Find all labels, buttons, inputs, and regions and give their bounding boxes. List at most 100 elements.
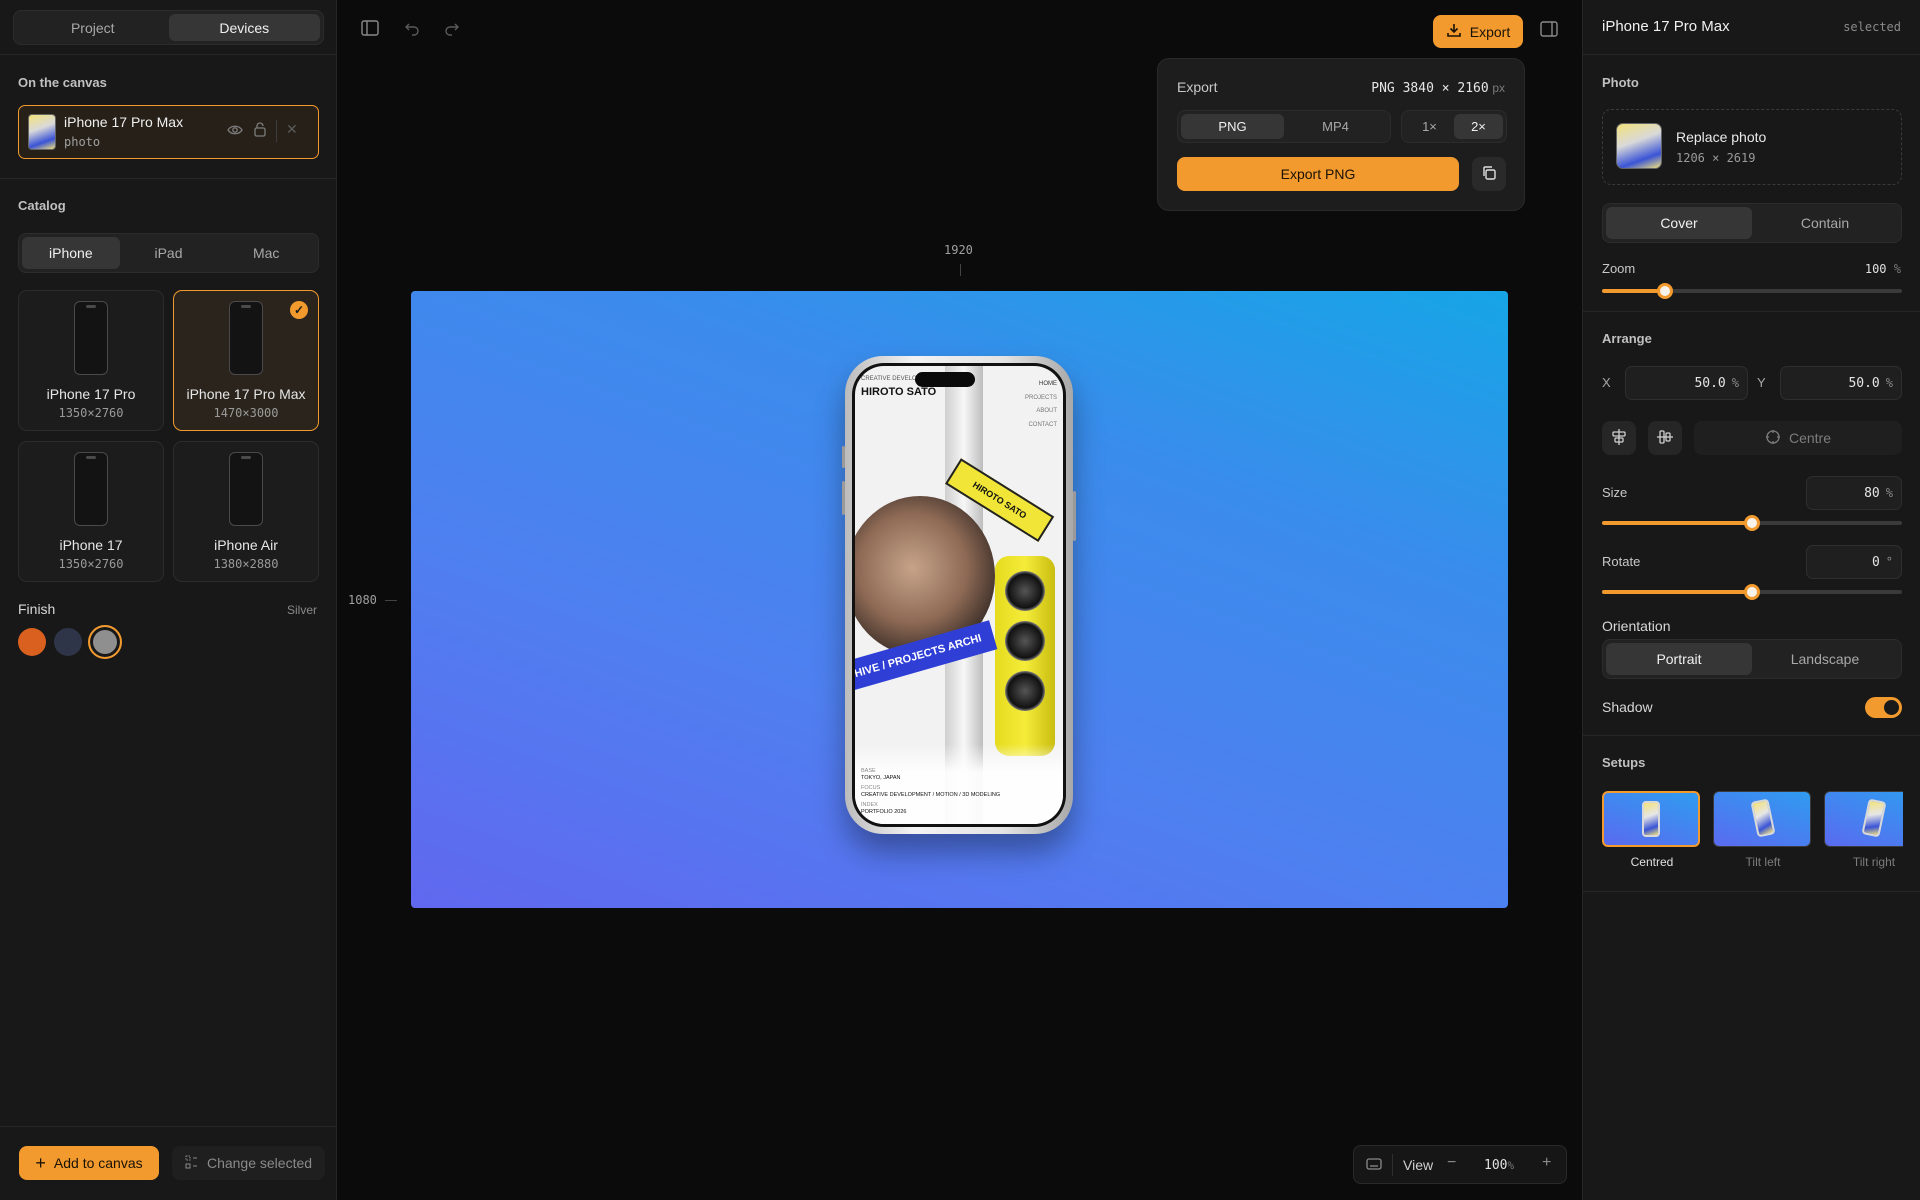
format-mp4[interactable]: MP4 [1284,114,1387,139]
setup-phone-preview [1642,801,1660,837]
copy-button[interactable] [1472,157,1506,191]
canvas-item-row[interactable]: iPhone 17 Pro Max photo ✕ [18,105,319,159]
right-panel-toggle-icon[interactable] [1538,21,1560,43]
tab-devices[interactable]: Devices [168,14,320,41]
x-input[interactable]: 50.0% [1625,366,1748,400]
finish-swatch-silver[interactable] [88,625,122,659]
device-name: iPhone 17 Pro [46,386,136,402]
fit-contain[interactable]: Contain [1752,207,1898,239]
screen-nav: HOME PROJECTS ABOUT CONTACT [1025,378,1057,432]
y-input[interactable]: 50.0% [1780,366,1902,400]
catalog-heading: Catalog [18,198,66,213]
zoom-out-icon[interactable]: − [1447,1154,1456,1172]
slider-fill [1602,590,1752,594]
canvas-height-label: 1080 [348,593,377,607]
finish-swatch-navy[interactable] [54,628,82,656]
zoom-readout-value: 100 [1864,262,1887,276]
size-slider[interactable] [1602,515,1902,531]
screen-nav-item: PROJECTS [1024,394,1057,401]
finish-swatch-orange[interactable] [18,628,46,656]
slider-handle[interactable] [1744,515,1760,531]
size-input[interactable]: 80% [1806,476,1902,510]
shadow-toggle[interactable] [1865,697,1902,718]
close-icon[interactable]: ✕ [286,121,298,138]
export-label: Export [1469,23,1511,40]
screen-nav-item: CONTACT [1028,421,1057,428]
export-unit: px [1492,81,1505,95]
device-resolution: 1470×3000 [213,406,279,420]
size-value: 80 [1864,485,1880,501]
centre-button[interactable]: Centre [1694,421,1902,455]
screen-footer: BASE TOKYO, JAPAN FOCUS CREATIVE DEVELOP… [861,768,1001,816]
slider-handle[interactable] [1657,283,1673,299]
photo-heading: Photo [1602,75,1639,90]
device-card-iphone-17-pro-max[interactable]: ✓ iPhone 17 Pro Max 1470×3000 [173,290,319,431]
orientation-landscape[interactable]: Landscape [1752,643,1898,675]
setup-tilt-left[interactable] [1713,791,1811,847]
canvas-item-thumbnail [28,114,56,150]
tab-iphone[interactable]: iPhone [22,237,120,269]
zoom-in-icon[interactable]: + [1542,1154,1551,1172]
lock-icon[interactable] [253,121,267,140]
export-png-button[interactable]: Export PNG [1177,157,1459,191]
tab-project[interactable]: Project [17,14,169,41]
add-to-canvas-button[interactable]: + Add to canvas [19,1146,159,1180]
format-png[interactable]: PNG [1181,114,1284,139]
traffic-lamp [1005,671,1045,711]
view-control: View − 100% + [1353,1145,1567,1184]
phone-mockup[interactable]: HIROTO SATO HIVE / PROJECTS ARCHI CREATI… [842,356,1076,834]
align-horizontal-button[interactable] [1602,421,1636,455]
fit-cover[interactable]: Cover [1606,207,1752,239]
rotate-slider[interactable] [1602,584,1902,600]
device-name: iPhone Air [214,537,278,553]
device-card-iphone-air[interactable]: iPhone Air 1380×2880 [173,441,319,582]
toggle-knob [1884,700,1899,715]
scale-1x[interactable]: 1× [1405,114,1454,139]
device-card-iphone-17[interactable]: iPhone 17 1350×2760 [18,441,164,582]
eye-icon[interactable] [227,123,243,140]
keyboard-icon[interactable] [1366,1157,1382,1174]
undo-icon[interactable] [401,20,423,42]
export-button[interactable]: Export [1433,15,1523,48]
screen-base-label: BASE [861,768,876,774]
align-vertical-button[interactable] [1648,421,1682,455]
sidebar-toggle-icon[interactable] [359,20,381,42]
export-popover-title: Export [1177,79,1218,95]
left-panel: Project Devices On the canvas iPhone 17 … [0,0,337,1200]
redo-icon[interactable] [441,20,463,42]
zoom-slider[interactable] [1602,283,1902,299]
orientation-toggle: Portrait Landscape [1602,639,1902,679]
right-panel: iPhone 17 Pro Max selected Photo Replace… [1582,0,1920,1200]
slider-fill [1602,521,1752,525]
y-label: Y [1757,375,1766,390]
copy-icon [1481,165,1497,184]
slider-handle[interactable] [1744,584,1760,600]
orientation-portrait[interactable]: Portrait [1606,643,1752,675]
phone-icon [229,452,263,526]
x-unit: % [1731,376,1739,390]
divider [1392,1154,1393,1176]
setup-centred[interactable] [1602,791,1700,847]
device-card-iphone-17-pro[interactable]: iPhone 17 Pro 1350×2760 [18,290,164,431]
view-label[interactable]: View [1403,1157,1433,1173]
size-label: Size [1602,485,1628,500]
screen-content: HIROTO SATO HIVE / PROJECTS ARCHI CREATI… [855,366,1063,824]
device-resolution: 1380×2880 [213,557,279,571]
change-selected-button[interactable]: Change selected [172,1146,325,1180]
y-unit: % [1885,376,1893,390]
replace-photo-dropzone[interactable]: Replace photo 1206 × 2619 [1602,109,1902,185]
arrange-heading: Arrange [1602,331,1652,346]
rotate-value: 0 [1871,554,1880,570]
tab-ipad[interactable]: iPad [120,237,218,269]
phone-icon [74,452,108,526]
rotate-input[interactable]: 0 ° [1806,545,1902,579]
x-value: 50.0 [1694,375,1726,391]
fit-toggle: Cover Contain [1602,203,1902,243]
tab-mac[interactable]: Mac [217,237,315,269]
finish-heading: Finish [18,601,56,617]
zoom-value[interactable]: 100% [1484,1158,1514,1173]
zoom-readout-unit: % [1893,262,1901,276]
scale-2x[interactable]: 2× [1454,114,1503,139]
setup-tilt-right[interactable] [1824,791,1903,847]
canvas-stage[interactable]: HIROTO SATO HIVE / PROJECTS ARCHI CREATI… [411,291,1508,908]
